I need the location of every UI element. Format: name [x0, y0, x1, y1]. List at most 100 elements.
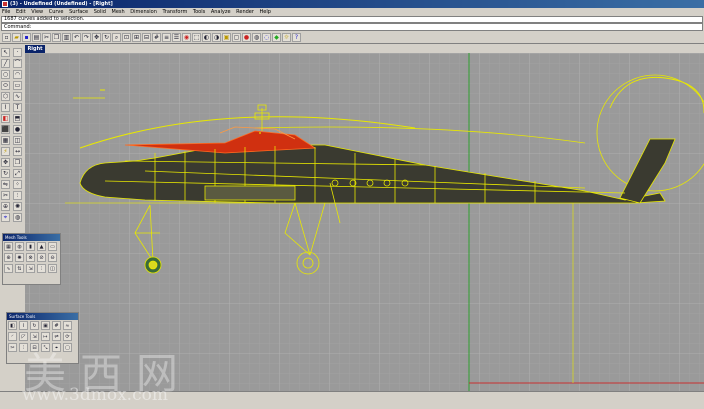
point-icon[interactable]: ·	[13, 48, 22, 57]
scale-icon[interactable]: ⤢	[13, 169, 22, 178]
boolean-icon[interactable]: ◫	[13, 136, 22, 145]
help-icon[interactable]: ?	[292, 33, 301, 42]
pan-icon[interactable]: ✥	[92, 33, 101, 42]
srf-extend-icon[interactable]: ↦	[41, 332, 50, 341]
srf-match-icon[interactable]: ⇌	[52, 332, 61, 341]
srf-split-icon[interactable]: ⫶	[19, 343, 28, 352]
paste-icon[interactable]: ▥	[62, 33, 71, 42]
srf-shrink-icon[interactable]: ⤡	[41, 343, 50, 352]
copy-icon[interactable]: ❐	[52, 33, 61, 42]
menu-view[interactable]: View	[31, 8, 43, 16]
mesh-explode-icon[interactable]: ✺	[15, 253, 24, 262]
mesh-unweld-icon[interactable]: ⊘	[37, 253, 46, 262]
line-icon[interactable]: ╱	[1, 59, 10, 68]
light-icon[interactable]: ☼	[282, 33, 291, 42]
text-icon[interactable]: T	[13, 103, 22, 112]
menu-tools[interactable]: Tools	[193, 8, 205, 16]
array-icon[interactable]: ⁘	[13, 180, 22, 189]
menu-surface[interactable]: Surface	[69, 8, 88, 16]
srf-trim-icon[interactable]: ✂	[8, 343, 17, 352]
redo-icon[interactable]: ↷	[82, 33, 91, 42]
menu-dimension[interactable]: Dimension	[130, 8, 157, 16]
hide-icon[interactable]: ◐	[202, 33, 211, 42]
srf-network-icon[interactable]: #	[52, 321, 61, 330]
mesh-box-icon[interactable]: ▦	[4, 242, 13, 251]
srf-fillet-icon[interactable]: ◜	[8, 332, 17, 341]
viewport-label[interactable]: Right	[25, 45, 45, 53]
srf-analyze-icon[interactable]: ⌖	[52, 343, 61, 352]
command-input[interactable]: Command:	[1, 23, 703, 31]
lamp-icon[interactable]: ⚡	[1, 147, 10, 156]
srf-blend-icon[interactable]: ≈	[63, 321, 72, 330]
menu-mesh[interactable]: Mesh	[112, 8, 125, 16]
render-tool-icon[interactable]: ◍	[13, 213, 22, 222]
srf-sweep-icon[interactable]: ⌇	[19, 321, 28, 330]
menu-edit[interactable]: Edit	[16, 8, 26, 16]
zoom-selected-icon[interactable]: ⊟	[142, 33, 151, 42]
srf-chamfer-icon[interactable]: ◸	[19, 332, 28, 341]
ellipse-icon[interactable]: ⬭	[1, 81, 10, 90]
render-icon[interactable]: ●	[242, 33, 251, 42]
move-icon[interactable]: ✥	[1, 158, 10, 167]
mesh-plane-icon[interactable]: ▭	[48, 242, 57, 251]
menu-render[interactable]: Render	[236, 8, 254, 16]
mesh-tools-title[interactable]: Mesh Tools	[3, 234, 60, 241]
open-icon[interactable]: ▰	[12, 33, 21, 42]
copy-tool-icon[interactable]: ❐	[13, 158, 22, 167]
object-snap-icon[interactable]: ◉	[182, 33, 191, 42]
polyline-icon[interactable]: ⌒	[13, 59, 22, 68]
material-icon[interactable]: ◆	[272, 33, 281, 42]
cut-icon[interactable]: ✂	[42, 33, 51, 42]
srf-untrim-icon[interactable]: ⊟	[30, 343, 39, 352]
wireframe-icon[interactable]: ◌	[262, 33, 271, 42]
mesh-cylinder-icon[interactable]: ▮	[26, 242, 35, 251]
mesh-flip-icon[interactable]: ⇅	[15, 264, 24, 273]
dimension-icon[interactable]: ↔	[13, 147, 22, 156]
undo-icon[interactable]: ↶	[72, 33, 81, 42]
mesh-weld-icon[interactable]: ⊗	[26, 253, 35, 262]
mesh-smooth-icon[interactable]: ∿	[4, 264, 13, 273]
save-icon[interactable]: ▪	[22, 33, 31, 42]
menu-file[interactable]: File	[2, 8, 10, 16]
zoom-icon[interactable]: ⌕	[112, 33, 121, 42]
mesh-reduce-icon[interactable]: ⊖	[48, 253, 57, 262]
mesh-join-icon[interactable]: ⊕	[4, 253, 13, 262]
sphere-icon[interactable]: ●	[13, 125, 22, 134]
box-icon[interactable]: ⬛	[1, 125, 10, 134]
properties-icon[interactable]: ☰	[172, 33, 181, 42]
extrude-icon[interactable]: ⬒	[13, 114, 22, 123]
menu-help[interactable]: Help	[260, 8, 271, 16]
shade-icon[interactable]: ◍	[252, 33, 261, 42]
srf-offset-icon[interactable]: ⇲	[30, 332, 39, 341]
split-icon[interactable]: ⫶	[13, 191, 22, 200]
analyze-icon[interactable]: ⌖	[1, 213, 10, 222]
srf-patch-icon[interactable]: ▣	[41, 321, 50, 330]
select-points-icon[interactable]: ↖	[1, 48, 10, 57]
srf-edge-icon[interactable]: ▢	[63, 343, 72, 352]
srf-revolve-icon[interactable]: ↻	[30, 321, 39, 330]
show-icon[interactable]: ◑	[212, 33, 221, 42]
print-icon[interactable]: ▤	[32, 33, 41, 42]
mesh-boolean-icon[interactable]: ◫	[48, 264, 57, 273]
select-icon[interactable]: ⬚	[192, 33, 201, 42]
unlock-icon[interactable]: ▢	[232, 33, 241, 42]
surface-icon[interactable]: ◧	[1, 114, 10, 123]
new-icon[interactable]: ▫	[2, 33, 11, 42]
menu-transform[interactable]: Transform	[162, 8, 187, 16]
menu-analyze[interactable]: Analyze	[211, 8, 231, 16]
layer-icon[interactable]: ≡	[162, 33, 171, 42]
surface-tools-title[interactable]: Surface Tools	[7, 313, 78, 320]
mirror-icon[interactable]: ⇋	[1, 180, 10, 189]
mesh-split-icon[interactable]: ⫶	[37, 264, 46, 273]
freeform-icon[interactable]: ∿	[13, 92, 22, 101]
arc-icon[interactable]: ◠	[13, 70, 22, 79]
rotate-tool-icon[interactable]: ↻	[1, 169, 10, 178]
curve-tools-icon[interactable]: ⌇	[1, 103, 10, 112]
grid-icon[interactable]: #	[152, 33, 161, 42]
mesh-offset-icon[interactable]: ⇲	[26, 264, 35, 273]
polygon-icon[interactable]: ⬡	[1, 92, 10, 101]
mesh-icon[interactable]: ▦	[1, 136, 10, 145]
zoom-window-icon[interactable]: ⊡	[122, 33, 131, 42]
join-icon[interactable]: ⊕	[1, 202, 10, 211]
menu-solid[interactable]: Solid	[94, 8, 106, 16]
